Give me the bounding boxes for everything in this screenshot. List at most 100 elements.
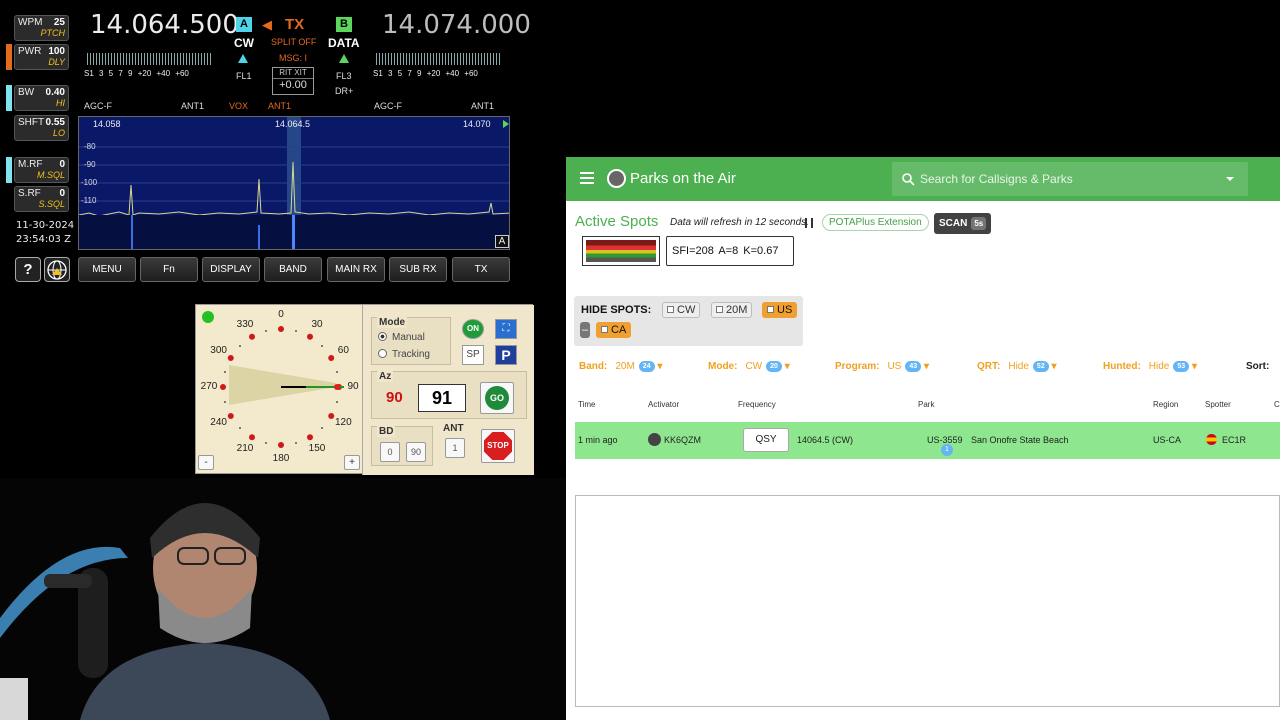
map-panel[interactable] [575,495,1280,707]
ant-b-label[interactable]: ANT1 [471,101,494,111]
search-input[interactable]: Search for Callsigns & Parks [920,172,1073,186]
hide-20m-chip[interactable]: 20M [711,302,753,318]
band-filter[interactable]: Band: 20M 24 ▾ [579,361,662,372]
col-region[interactable]: Region [1153,400,1178,409]
tracking-radio[interactable]: Tracking [378,349,430,360]
program-filter[interactable]: Program: US 43 ▾ [835,361,929,372]
time-readout: 23:54:03 Z [16,234,71,245]
table-row[interactable]: 1 min ago KK6QZM QSY 14064.5 (CW) US-355… [575,422,1280,459]
tx-button[interactable]: TX [452,257,510,282]
bd-90-button[interactable]: 90 [406,442,426,462]
spectrum-display[interactable]: 14.058 14.064.5 14.070 -80 -90 -100 -110… [78,116,510,250]
display-button[interactable]: DISPLAY [202,257,260,282]
ant-button[interactable]: 1 [445,438,465,458]
band-filter-label: Band: [579,361,608,372]
on-button[interactable]: ON [462,319,484,339]
app-title[interactable]: Parks on the Air [630,170,736,187]
program-filter-count: 43 [905,361,922,372]
hide-20m-label: 20M [726,304,748,316]
vox-label[interactable]: VOX [229,101,248,111]
band-filter-count: 24 [638,361,655,372]
agc-b-label[interactable]: AGC-F [374,101,402,111]
rit-xit-box[interactable]: RIT XIT +0.00 [272,67,314,95]
ant-label: ANT [443,423,464,434]
shft-button[interactable]: SHFT 0.55 LO [14,115,69,141]
az-input[interactable]: 91 [418,384,466,412]
dial-minor-tick [223,401,226,404]
bd-0-button[interactable]: 0 [380,442,400,462]
hide-us-chip[interactable]: US [762,302,798,318]
map-button[interactable]: ⛶ [495,319,517,339]
srf-button[interactable]: S.RF 0 S.SQL [14,186,69,212]
beam-lobe [229,365,336,405]
stop-button[interactable]: STOP [481,429,515,463]
menu-button[interactable]: MENU [78,257,136,282]
dial-minor-tick [336,401,339,404]
mode-filter[interactable]: Mode: CW 20 ▾ [708,361,790,372]
search-bar[interactable]: Search for Callsigns & Parks [892,162,1248,196]
menu-icon[interactable] [580,172,594,184]
cw-button[interactable]: + [344,455,360,470]
chevron-down-icon[interactable] [1226,177,1234,181]
pause-icon[interactable] [805,218,813,228]
sort-label[interactable]: Sort: [1246,361,1269,372]
wpm-button[interactable]: WPM 25 PTCH [14,15,69,41]
vfo-b-frequency[interactable]: 14.074.000 [382,10,531,40]
qsy-button[interactable]: QSY [743,428,789,452]
col-time[interactable]: Time [578,400,595,409]
wf-a-badge[interactable]: A [495,235,509,248]
manual-radio[interactable]: Manual [378,332,425,343]
ant-mid-label[interactable]: ANT1 [268,101,291,111]
vfo-b-box[interactable]: B [336,17,352,32]
hide-collapse-button[interactable]: – [580,322,590,338]
ccw-button[interactable]: - [198,455,214,470]
sub-rx-button[interactable]: SUB RX [389,257,447,282]
spot-frequency[interactable]: 14064.5 (CW) [797,435,853,445]
qrt-filter[interactable]: QRT: Hide 52 ▾ [977,361,1057,372]
fn-button[interactable]: Fn [140,257,198,282]
col-frequency[interactable]: Frequency [738,400,776,409]
webcam-video [0,478,566,720]
col-spotter[interactable]: Spotter [1205,400,1231,409]
hide-cw-chip[interactable]: CW [662,302,701,318]
park-button[interactable]: P [495,345,517,365]
mrf-button[interactable]: M.RF 0 M.SQL [14,157,69,183]
spot-spotter[interactable]: EC1R [1222,435,1246,445]
filter-b-label[interactable]: FL3 [336,71,352,81]
s-meter-b [376,53,501,65]
sp-button[interactable]: SP [462,345,484,365]
spot-activator[interactable]: KK6QZM [664,435,701,445]
vfo-a-frequency[interactable]: 14.064.500 [90,10,239,40]
col-park[interactable]: Park [918,400,934,409]
dr-label: DR+ [335,86,354,96]
mode-a-label[interactable]: CW [234,36,254,50]
solar-indices: SFI=208 A=8 K=0.67 [666,236,794,266]
az-group-label: Az [377,371,394,382]
globe-button[interactable] [44,257,70,282]
scan-button[interactable]: SCAN 5s [934,213,992,234]
ant-a-label[interactable]: ANT1 [181,101,204,111]
go-button[interactable]: GO [480,382,514,414]
hide-ca-chip[interactable]: CA [596,322,632,338]
vfo-a-box[interactable]: A [236,17,252,32]
mode-b-label[interactable]: DATA [328,36,360,50]
band-button[interactable]: BAND [264,257,322,282]
msg-status[interactable]: MSG: I [279,53,307,63]
potaplus-extension-chip[interactable]: POTAPlus Extension [822,214,929,231]
screen: WPM 25 PTCH PWR 100 DLY BW 0.40 HI SHFT … [0,0,1280,720]
agc-a-label[interactable]: AGC-F [84,101,112,111]
pwr-button[interactable]: PWR 100 DLY [14,44,69,70]
db-label-110: -110 [81,196,97,205]
db-label-80: -80 [84,142,96,151]
main-rx-button[interactable]: MAIN RX [327,257,385,282]
wpm-label: WPM [18,17,43,28]
col-comments[interactable]: C [1274,400,1280,409]
filter-a-label[interactable]: FL1 [236,71,252,81]
split-status[interactable]: SPLIT OFF [271,37,316,47]
col-activator[interactable]: Activator [648,400,679,409]
help-button[interactable]: ? [15,257,41,282]
bw-button[interactable]: BW 0.40 HI [14,85,69,111]
hunted-filter[interactable]: Hunted: Hide 53 ▾ [1103,361,1197,372]
span-arrow-icon[interactable] [503,120,509,128]
spot-park-name[interactable]: San Onofre State Beach [971,435,1069,445]
